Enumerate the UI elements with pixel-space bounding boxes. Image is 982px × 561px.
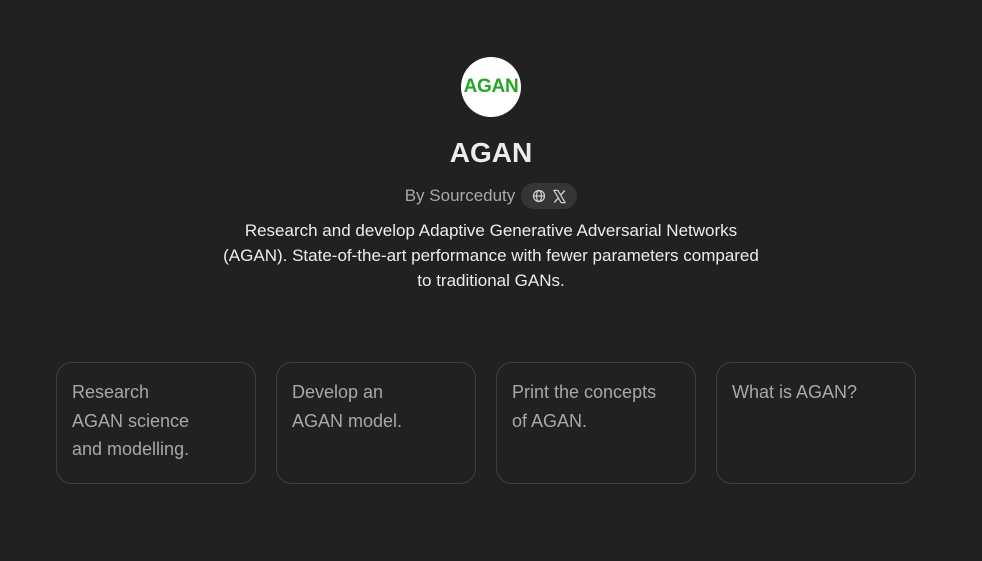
description-line: to traditional GANs.: [417, 271, 565, 290]
byline: By Sourceduty: [405, 183, 578, 209]
gpt-avatar: AGAN: [461, 57, 521, 117]
starter-text: AGAN science: [72, 410, 190, 431]
gpt-landing-page: AGAN AGAN By Sourceduty Research and dev…: [0, 0, 982, 561]
globe-icon[interactable]: [530, 188, 547, 205]
starter-text: and modelling.: [72, 439, 190, 459]
social-links: [521, 183, 578, 209]
gpt-title: AGAN: [449, 137, 533, 168]
gpt-description: Research and develop Adaptive Generative…: [211, 218, 771, 293]
starter-text: Research: [72, 382, 150, 402]
conversation-starters: Research AGAN science and modelling. Dev…: [56, 362, 916, 484]
starter-text: AGAN model.: [292, 410, 403, 431]
x-logo-icon[interactable]: [551, 188, 568, 205]
description-line: Research and develop Adaptive Generative…: [244, 221, 738, 240]
starter-print-concepts[interactable]: Print the concepts of AGAN.: [496, 362, 696, 484]
author-label: By Sourceduty: [404, 186, 516, 205]
starter-what-is-agan[interactable]: What is AGAN?: [716, 362, 916, 484]
starter-text: of AGAN.: [512, 410, 588, 431]
starter-text: Print the concepts: [512, 382, 657, 402]
starter-text: What is AGAN?: [732, 382, 858, 402]
avatar-logo-text: AGAN: [463, 76, 519, 97]
starter-text: Develop an: [292, 382, 384, 402]
gpt-header: AGAN AGAN By Sourceduty Research and dev…: [0, 0, 982, 293]
description-line: (AGAN). State-of-the-art performance wit…: [223, 246, 759, 265]
starter-develop-model[interactable]: Develop an AGAN model.: [276, 362, 476, 484]
starter-research-agan[interactable]: Research AGAN science and modelling.: [56, 362, 256, 484]
